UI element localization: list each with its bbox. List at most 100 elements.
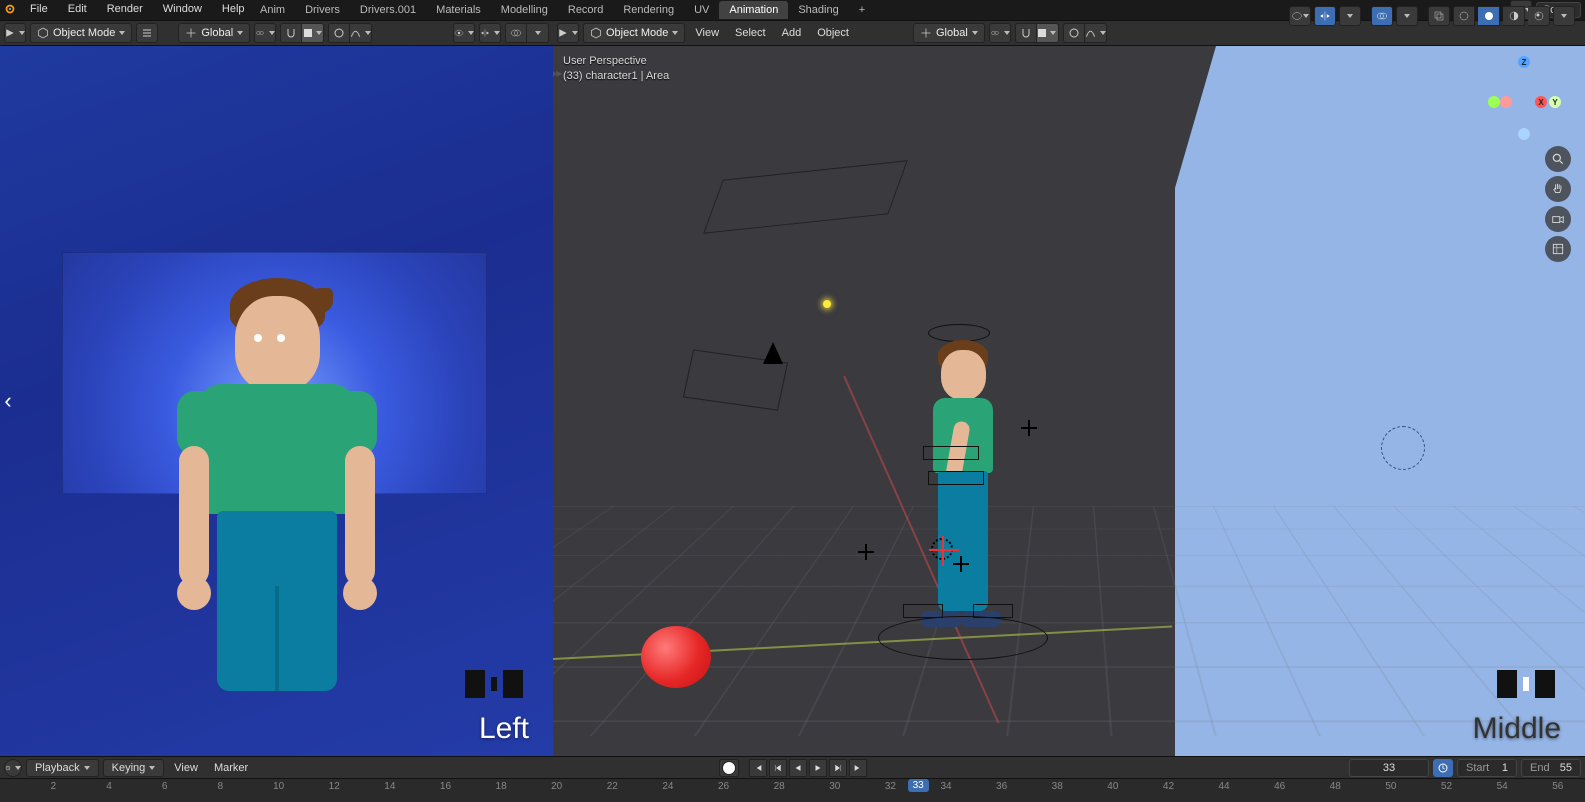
menu-add[interactable]: Add	[776, 27, 808, 39]
timeline-tick: 44	[1219, 781, 1230, 792]
mode-selector-right[interactable]: Object Mode	[583, 23, 685, 43]
orientation-label-left: Global	[201, 27, 233, 39]
left-viewport[interactable]: ‹ Left	[0, 46, 553, 756]
jump-to-end[interactable]	[849, 759, 867, 777]
gizmo-toggle-left[interactable]	[479, 23, 501, 43]
visibility-dropdown[interactable]	[1289, 6, 1311, 26]
menu-help[interactable]: Help	[212, 1, 255, 17]
gizmo-z[interactable]: Z	[1518, 56, 1530, 68]
nav-camera[interactable]	[1545, 206, 1571, 232]
menu-file[interactable]: File	[20, 1, 58, 17]
nav-zoom[interactable]	[1545, 146, 1571, 172]
ws-tab-shading[interactable]: Shading	[788, 1, 848, 19]
show-overlays-toggle[interactable]	[1371, 6, 1393, 26]
timeline-tick: 56	[1552, 781, 1563, 792]
ws-tab-drivers001[interactable]: Drivers.001	[350, 1, 426, 19]
proportional-edit-right[interactable]	[1063, 23, 1085, 43]
view-object-label: (33) character1 | Area	[563, 69, 669, 84]
timeline-playback-menu[interactable]: Playback	[26, 759, 99, 777]
hamburger-left[interactable]	[136, 23, 158, 43]
gizmo-dropdown[interactable]	[1339, 6, 1361, 26]
gizmo-neg-y[interactable]: Y	[1549, 96, 1561, 108]
snap-toggle-right[interactable]	[1015, 23, 1037, 43]
timeline-tick: 32	[885, 781, 896, 792]
menu-render[interactable]: Render	[97, 1, 153, 17]
gizmo-neg-x[interactable]	[1500, 96, 1512, 108]
proportional-falloff-right[interactable]	[1085, 23, 1107, 43]
overlay-toggle-left[interactable]	[505, 23, 527, 43]
ws-tab-anim[interactable]: Anim	[250, 1, 295, 19]
snap-type-left[interactable]	[302, 23, 324, 43]
ws-tab-record[interactable]: Record	[558, 1, 613, 19]
jump-next-keyframe[interactable]	[829, 759, 847, 777]
proportional-edit-left[interactable]	[328, 23, 350, 43]
pivot-selector-left[interactable]	[254, 23, 276, 43]
show-gizmo-toggle[interactable]	[1314, 6, 1336, 26]
timeline-tick: 48	[1330, 781, 1341, 792]
rig-ground-circle	[878, 616, 1048, 660]
camera-object-1	[703, 160, 908, 233]
pivot-selector-right[interactable]	[989, 23, 1011, 43]
overlay-menu-left[interactable]	[527, 23, 549, 43]
menu-select[interactable]: Select	[729, 27, 772, 39]
empty-circle-right	[1381, 426, 1425, 470]
nav-pan[interactable]	[1545, 176, 1571, 202]
auto-keying-toggle[interactable]	[719, 759, 739, 777]
mode-selector-left[interactable]: Object Mode	[30, 23, 132, 43]
timeline-keying-menu[interactable]: Keying	[103, 759, 165, 777]
view-perspective-label: User Perspective	[563, 54, 669, 69]
menu-window[interactable]: Window	[153, 1, 212, 17]
timeline-view-menu[interactable]: View	[168, 762, 204, 774]
play[interactable]	[809, 759, 827, 777]
overlays-dropdown[interactable]	[1396, 6, 1418, 26]
jump-to-start[interactable]	[749, 759, 767, 777]
shading-rendered[interactable]	[1528, 6, 1550, 26]
start-frame-field[interactable]: Start1	[1457, 759, 1517, 777]
axis-icon	[920, 27, 932, 39]
visibility-toggle-left[interactable]	[453, 23, 475, 43]
use-preview-range[interactable]	[1433, 759, 1453, 777]
timeline-tick: 40	[1107, 781, 1118, 792]
xray-toggle[interactable]	[1428, 6, 1450, 26]
proportional-falloff-left[interactable]	[350, 23, 372, 43]
3d-cursor	[931, 538, 953, 560]
area-split-handle[interactable]: ◆▸	[553, 66, 562, 80]
navigation-gizmo[interactable]: Z X Y	[1488, 56, 1563, 141]
gizmo-y[interactable]	[1488, 96, 1500, 108]
timeline-marker-menu[interactable]: Marker	[208, 762, 254, 774]
jump-prev-keyframe[interactable]	[769, 759, 787, 777]
gizmo-neg-z[interactable]	[1518, 128, 1530, 140]
orientation-selector-left[interactable]: Global	[178, 23, 250, 43]
left-viewport-header: Object Mode Global	[0, 20, 553, 46]
end-frame-field[interactable]: End55	[1521, 759, 1581, 777]
menu-view[interactable]: View	[689, 27, 725, 39]
nav-perspective[interactable]	[1545, 236, 1571, 262]
shading-solid[interactable]	[1478, 6, 1500, 26]
ws-tab-uv[interactable]: UV	[684, 1, 719, 19]
ws-tab-animation[interactable]: Animation	[719, 1, 788, 19]
ws-tab-modelling[interactable]: Modelling	[491, 1, 558, 19]
editor-type-selector-right[interactable]	[557, 23, 579, 43]
ws-tab-drivers[interactable]: Drivers	[295, 1, 350, 19]
right-viewport[interactable]: ◆▸ User Perspective (33) character1 | Ar…	[553, 46, 1585, 756]
editor-type-selector-left[interactable]	[4, 23, 26, 43]
timeline-editor-type[interactable]	[4, 759, 22, 777]
gizmo-x[interactable]: X	[1535, 96, 1547, 108]
menu-object[interactable]: Object	[811, 27, 855, 39]
ws-tab-rendering[interactable]: Rendering	[613, 1, 684, 19]
snap-type-right[interactable]	[1037, 23, 1059, 43]
menu-edit[interactable]: Edit	[58, 1, 97, 17]
app-logo[interactable]	[0, 0, 20, 18]
current-frame-field[interactable]: 33	[1349, 759, 1429, 777]
shading-wireframe[interactable]	[1453, 6, 1475, 26]
ws-add-tab[interactable]: +	[849, 1, 875, 19]
shading-matprev[interactable]	[1503, 6, 1525, 26]
snap-toggle-left[interactable]	[280, 23, 302, 43]
timeline-tick: 24	[662, 781, 673, 792]
ws-tab-materials[interactable]: Materials	[426, 1, 491, 19]
shading-dropdown[interactable]	[1553, 6, 1575, 26]
left-sidebar-toggle[interactable]: ‹	[0, 381, 16, 421]
play-reverse[interactable]	[789, 759, 807, 777]
orientation-selector-right[interactable]: Global	[913, 23, 985, 43]
timeline-current-frame-marker[interactable]: 33	[908, 779, 929, 792]
